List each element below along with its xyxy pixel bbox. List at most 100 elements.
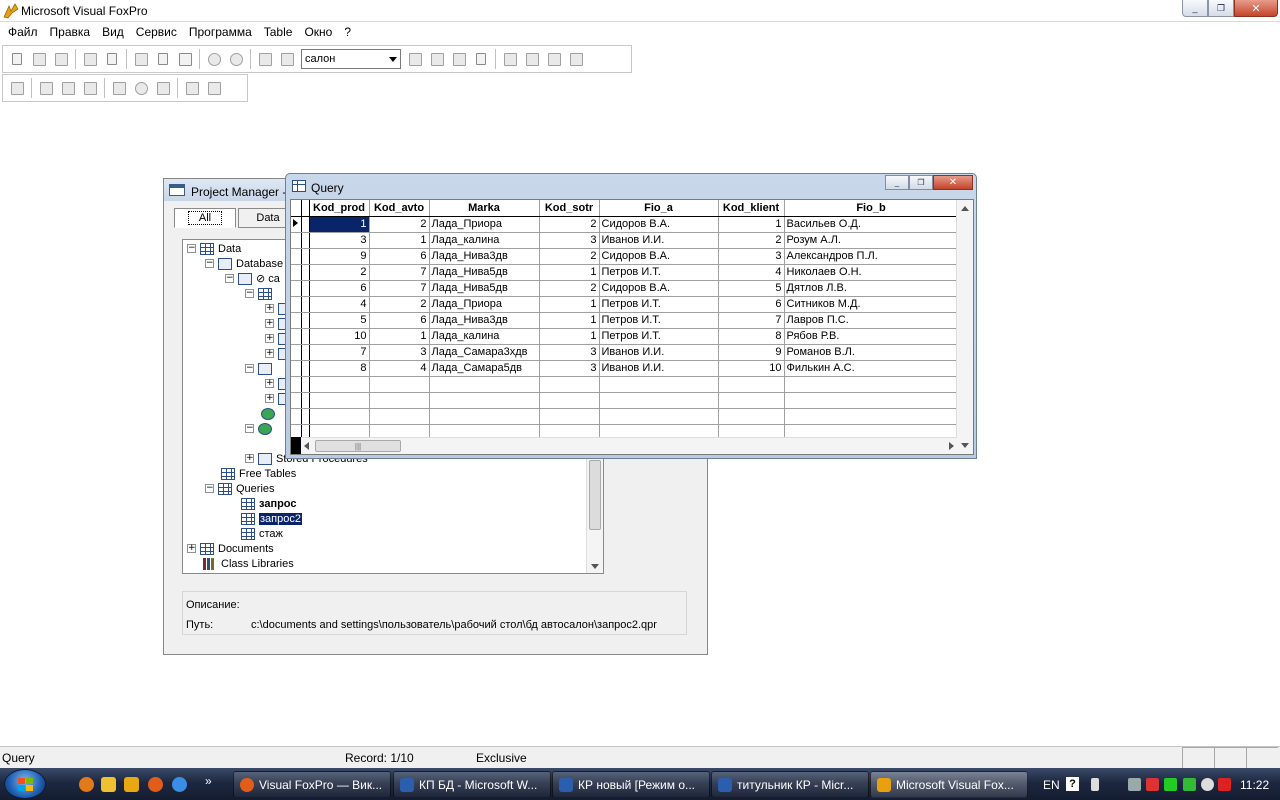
builder-icon[interactable]	[501, 50, 519, 68]
expand-icon[interactable]: +	[265, 394, 274, 403]
row-mark[interactable]	[301, 344, 310, 361]
language-help-icon[interactable]: ?	[1066, 777, 1079, 791]
paste-icon[interactable]	[176, 50, 194, 68]
scroll-left-icon[interactable]	[304, 442, 309, 450]
tree-node-views[interactable]: −	[245, 361, 276, 376]
query-close-button[interactable]: ✕	[933, 175, 973, 190]
modify-form-icon[interactable]	[278, 50, 296, 68]
row-indicator[interactable]	[291, 248, 302, 265]
table-cell[interactable]: 3	[309, 232, 370, 249]
table-cell[interactable]: Иванов И.И.	[599, 360, 719, 377]
palette-icon[interactable]	[205, 79, 223, 97]
table-cell[interactable]: 7	[309, 344, 370, 361]
new-icon[interactable]	[8, 50, 26, 68]
menu-edit[interactable]: Правка	[44, 25, 97, 39]
print-preview-icon[interactable]	[103, 50, 121, 68]
column-header[interactable]: Kod_avto	[369, 200, 430, 217]
table-cell[interactable]: 2	[369, 296, 430, 313]
language-indicator[interactable]: EN	[1043, 778, 1060, 792]
quick-launch-more[interactable]: »	[205, 774, 212, 788]
restore-button[interactable]: ❐	[1208, 0, 1234, 17]
taskbar-item-word-1[interactable]: КП БД - Microsoft W...	[393, 771, 551, 798]
table-row[interactable]: 9 6 Лада_Нива3дв 2 Сидоров В.А. 3 Алекса…	[291, 248, 959, 265]
scroll-right-icon[interactable]	[949, 442, 954, 450]
table-cell[interactable]: Лада_Приора	[429, 296, 540, 313]
row-mark[interactable]	[301, 248, 310, 265]
taskbar-item-word-2[interactable]: КР новый [Режим о...	[552, 771, 710, 798]
table-wizard-icon[interactable]	[523, 50, 541, 68]
tray-app-icon[interactable]	[1201, 778, 1214, 791]
tray-green-icon[interactable]	[1164, 778, 1177, 791]
table-cell[interactable]: Сидоров В.А.	[599, 248, 719, 265]
row-indicator[interactable]	[291, 296, 302, 313]
print-icon[interactable]	[81, 50, 99, 68]
row-mark[interactable]	[301, 312, 310, 329]
collapse-icon[interactable]: −	[245, 289, 254, 298]
tree-node-queries[interactable]: − Queries	[205, 481, 275, 496]
expand-icon[interactable]: +	[265, 379, 274, 388]
column-header[interactable]: Fio_a	[599, 200, 719, 217]
table-row[interactable]: 6 7 Лада_Нива5дв 2 Сидоров В.А. 5 Дятлов…	[291, 280, 959, 297]
expand-icon[interactable]: +	[265, 304, 274, 313]
tree-node-databases[interactable]: − Database	[205, 256, 283, 271]
table-cell[interactable]: 1	[539, 264, 600, 281]
row-mark[interactable]	[301, 328, 310, 345]
table-cell[interactable]: 4	[369, 360, 430, 377]
table-row[interactable]: 3 1 Лада_калина 3 Иванов И.И. 2 Розум А.…	[291, 232, 959, 249]
grid-vertical-scrollbar[interactable]	[956, 200, 973, 454]
table-cell[interactable]: Петров И.Т.	[599, 296, 719, 313]
run-icon[interactable]	[256, 50, 274, 68]
clock[interactable]: 11:22	[1240, 778, 1269, 792]
tree-node-connections[interactable]	[261, 406, 279, 421]
table-row[interactable]: 4 2 Лада_Приора 1 Петров И.Т. 6 Ситников…	[291, 296, 959, 313]
table-row[interactable]: 1 2 Лада_Приора 2 Сидоров В.А. 1 Василье…	[291, 215, 959, 233]
collapse-icon[interactable]: −	[245, 364, 254, 373]
table-cell[interactable]: 1	[369, 232, 430, 249]
table-cell[interactable]: Лада_Нива3дв	[429, 248, 540, 265]
start-button[interactable]	[4, 769, 46, 799]
tray-settings-icon[interactable]	[1091, 778, 1099, 791]
tools-icon[interactable]	[567, 50, 585, 68]
table-cell[interactable]: 7	[718, 312, 785, 329]
tree-node-stored-group[interactable]: −	[245, 421, 276, 436]
table-cell[interactable]: Лада_Нива5дв	[429, 280, 540, 297]
table-cell[interactable]: 6	[718, 296, 785, 313]
undo-icon[interactable]	[205, 50, 223, 68]
column-header[interactable]: Fio_b	[784, 200, 959, 217]
row-indicator[interactable]	[291, 280, 302, 297]
report-wizard-icon[interactable]	[472, 50, 490, 68]
table-cell[interactable]: 1	[369, 328, 430, 345]
minimize-button[interactable]: _	[1182, 0, 1208, 17]
command-window-icon[interactable]	[406, 50, 424, 68]
tree-node-query[interactable]: стаж	[241, 526, 283, 541]
table-cell[interactable]: 2	[718, 232, 785, 249]
table-cell[interactable]: 8	[718, 328, 785, 345]
form-wizard-icon[interactable]	[450, 50, 468, 68]
table-cell[interactable]: 4	[718, 264, 785, 281]
menu-table[interactable]: Table	[258, 25, 299, 39]
table-cell[interactable]: Сидоров В.А.	[599, 215, 719, 233]
table-cell[interactable]: 7	[369, 264, 430, 281]
table-cell[interactable]: 4	[309, 296, 370, 313]
table-cell[interactable]: Лада_калина	[429, 232, 540, 249]
copy-icon[interactable]	[154, 50, 172, 68]
expand-icon[interactable]: +	[265, 349, 274, 358]
query-wizard-icon[interactable]	[545, 50, 563, 68]
menu-window[interactable]: Окно	[298, 25, 338, 39]
taskbar-item-firefox[interactable]: Visual FoxPro — Вик...	[233, 771, 391, 798]
row-mark[interactable]	[301, 296, 310, 313]
table-cell[interactable]: 8	[309, 360, 370, 377]
table-cell[interactable]: 2	[539, 248, 600, 265]
row-indicator[interactable]	[291, 344, 302, 361]
table-cell[interactable]: Лавров П.С.	[784, 312, 959, 329]
avast-icon[interactable]	[79, 777, 94, 792]
table-cell[interactable]: Дятлов Л.В.	[784, 280, 959, 297]
table-cell[interactable]: Петров И.Т.	[599, 264, 719, 281]
menu-view[interactable]: Вид	[96, 25, 130, 39]
query-restore-button[interactable]: ❐	[909, 175, 933, 190]
tree-node-class-libraries[interactable]: Class Libraries	[203, 556, 294, 571]
table-cell[interactable]: 3	[369, 344, 430, 361]
table-cell[interactable]: 7	[369, 280, 430, 297]
internet-explorer-icon[interactable]	[172, 777, 187, 792]
collapse-icon[interactable]: −	[187, 244, 196, 253]
